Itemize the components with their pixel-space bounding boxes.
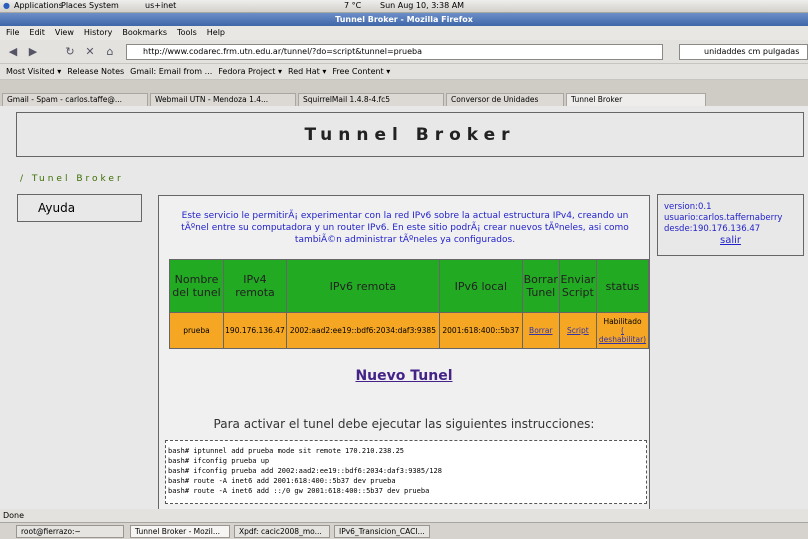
task-terminal[interactable]: root@fierrazo:~ [16, 525, 124, 538]
col-ipv6-local: IPv6 local [438, 259, 523, 313]
menu-places[interactable]: Places [61, 1, 86, 10]
col-borrar: Borrar Tunel [521, 259, 560, 313]
menu-tools[interactable]: Tools [177, 28, 197, 37]
tunnel-name: prueba [169, 312, 224, 349]
borrar-link[interactable]: Borrar [529, 326, 552, 335]
forward-icon[interactable]: ▶ [26, 45, 40, 59]
taskbar: root@fierrazo:~ Tunnel Broker - Mozil...… [0, 522, 808, 539]
script-link[interactable]: Script [567, 326, 589, 335]
search-input[interactable]: unidaddes cm pulgadas [679, 44, 808, 60]
user-info-panel: version:0.1 usuario:carlos.taffernaberry… [657, 194, 804, 256]
bookmark-gmail[interactable]: Gmail: Email from ... [130, 67, 212, 76]
tunnel-ipv6-remote: 2002:aad2:ee19::bdf6:2034:daf3:9385 [285, 312, 440, 349]
bookmark-free-content[interactable]: Free Content ▾ [332, 67, 390, 76]
back-icon[interactable]: ◀ [6, 45, 20, 59]
col-script: Enviar Script [558, 259, 598, 313]
stop-icon[interactable]: ✕ [83, 45, 97, 59]
status-bar: Done [0, 509, 808, 522]
task-xpdf[interactable]: Xpdf: cacic2008_mo... [234, 525, 330, 538]
desde-label: desde:190.176.136.47 [664, 224, 761, 234]
col-ipv4: IPv4 remota [223, 259, 287, 313]
menu-bar: File Edit View History Bookmarks Tools Help [0, 26, 808, 40]
tunnel-table: Nombre del tunel IPv4 remota IPv6 remota… [169, 259, 649, 349]
navigation-toolbar: ◀ ▶ ↻ ✕ ⌂ http://www.codarec.frm.utn.edu… [0, 40, 808, 64]
menu-applications[interactable]: Applications [14, 1, 63, 10]
panel-user: us+inet [145, 1, 177, 10]
tunnel-ipv6-local: 2001:618:400::5b37 [438, 312, 523, 349]
deshabilitar-link[interactable]: ( deshabilitar) [599, 326, 646, 344]
instructions-heading: Para activar el tunel debe ejecutar las … [213, 417, 595, 431]
reload-icon[interactable]: ↻ [63, 45, 77, 59]
gnome-top-panel: ● Applications Places System us+inet 7 °… [0, 0, 808, 13]
col-nombre: Nombre del tunel [169, 259, 224, 313]
salir-link[interactable]: salir [664, 235, 797, 246]
bookmark-release-notes[interactable]: Release Notes [67, 67, 124, 76]
window-title: Tunnel Broker - Mozilla Firefox [0, 13, 808, 26]
breadcrumb: / Tunel Broker [20, 174, 124, 184]
menu-bookmarks[interactable]: Bookmarks [122, 28, 167, 37]
menu-history[interactable]: History [84, 28, 112, 37]
menu-help[interactable]: Help [207, 28, 225, 37]
url-bar[interactable]: http://www.codarec.frm.utn.edu.ar/tunnel… [126, 44, 663, 60]
ayuda-link[interactable]: Ayuda [17, 194, 142, 222]
foot-icon[interactable]: ● [3, 1, 10, 10]
tab-bar: Gmail - Spam - carlos.taffe@... Webmail … [0, 80, 808, 106]
page-content: Tunnel Broker / Tunel Broker Ayuda Este … [0, 106, 808, 509]
usuario-label: usuario:carlos.taffernaberry [664, 213, 783, 223]
tab-gmail[interactable]: Gmail - Spam - carlos.taffe@... [2, 93, 148, 106]
page-title: Tunnel Broker [16, 112, 804, 157]
bookmark-fedora[interactable]: Fedora Project ▾ [218, 67, 282, 76]
tab-squirrelmail[interactable]: SquirrelMail 1.4.8-4.fc5 [298, 93, 444, 106]
bookmark-most-visited[interactable]: Most Visited ▾ [6, 67, 61, 76]
bookmark-redhat[interactable]: Red Hat ▾ [288, 67, 326, 76]
task-firefox[interactable]: Tunnel Broker - Mozil... [130, 525, 230, 538]
bookmarks-toolbar: Most Visited ▾ Release Notes Gmail: Email … [0, 64, 808, 80]
menu-view[interactable]: View [55, 28, 74, 37]
menu-system[interactable]: System [89, 1, 119, 10]
main-panel: Este servicio le permitirÃ¡ experimentar… [158, 195, 650, 509]
menu-file[interactable]: File [6, 28, 19, 37]
table-row: prueba 190.176.136.47 2002:aad2:ee19::bd… [169, 312, 649, 349]
version-label: version:0.1 [664, 202, 712, 212]
tab-conversor[interactable]: Conversor de Unidades [446, 93, 564, 106]
task-ipv6-doc[interactable]: IPv6_Transicion_CACI... [334, 525, 430, 538]
tunnel-ipv4: 190.176.136.47 [223, 312, 287, 349]
clock[interactable]: Sun Aug 10, 3:38 AM [380, 1, 464, 10]
tab-tunnel-broker[interactable]: Tunnel Broker [566, 93, 706, 106]
intro-text: Este servicio le permitirÃ¡ experimentar… [181, 211, 629, 245]
home-icon[interactable]: ⌂ [103, 45, 117, 59]
menu-edit[interactable]: Edit [29, 28, 45, 37]
status-label: Habilitado [603, 317, 642, 326]
tab-webmail[interactable]: Webmail UTN - Mendoza 1.4... [150, 93, 296, 106]
col-ipv6-remota: IPv6 remota [285, 259, 440, 313]
weather-label: 7 °C [344, 1, 362, 10]
nuevo-tunel-link[interactable]: Nuevo Tunel [159, 368, 649, 384]
col-status: status [596, 259, 649, 313]
command-block: bash# iptunnel add prueba mode sit remot… [165, 440, 647, 504]
